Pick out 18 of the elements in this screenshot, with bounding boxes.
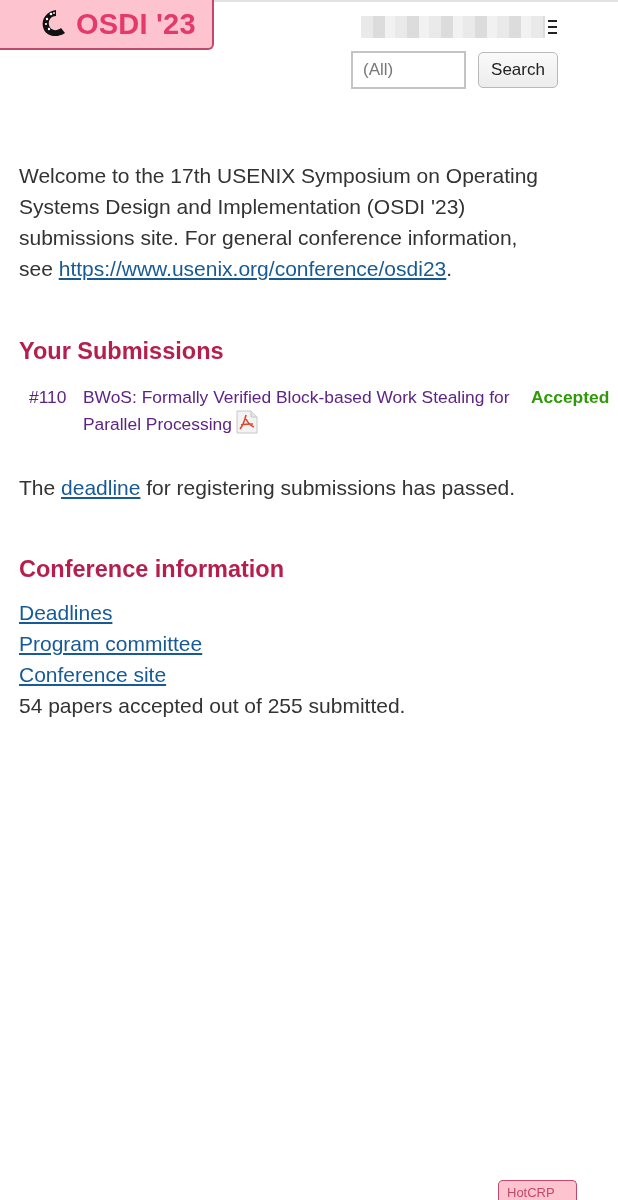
search-field[interactable]: (All) <box>351 51 466 89</box>
deadline-notice: The deadline for registering submissions has passed. <box>19 475 517 501</box>
section-heading: Your Submissions <box>19 337 225 365</box>
submission-title[interactable]: BWoS: Formally Verified Block-based Work Stealing for Parallel Processing <box>83 384 523 437</box>
site-title: OSDI '23 <box>76 7 196 41</box>
info-link[interactable]: Deadlines <box>19 597 113 628</box>
pdf-file-icon[interactable] <box>235 410 258 434</box>
menu-icon[interactable] <box>548 19 557 34</box>
acceptance-summary: 54 papers accepted out of 255 submitted. <box>19 693 406 719</box>
welcome-text: Welcome to the 17th USENIX Symposium on Operating Systems Design and Implementation (OSDI '23) submissions site. For general conference information, see https://www.usenix.org/conference/osdi23. <box>19 163 540 282</box>
info-link[interactable]: Conference site <box>19 659 167 690</box>
deadline-link[interactable]: deadline <box>61 476 141 499</box>
section-heading: Conference information <box>19 555 286 583</box>
submission-status: Accepted <box>530 386 610 409</box>
conference-link[interactable]: https://www.usenix.org/conference/osdi23 <box>58 257 447 280</box>
submission-number: #110 <box>29 386 68 409</box>
search-button[interactable]: Search <box>478 52 558 88</box>
info-link[interactable]: Program committee <box>19 628 203 659</box>
